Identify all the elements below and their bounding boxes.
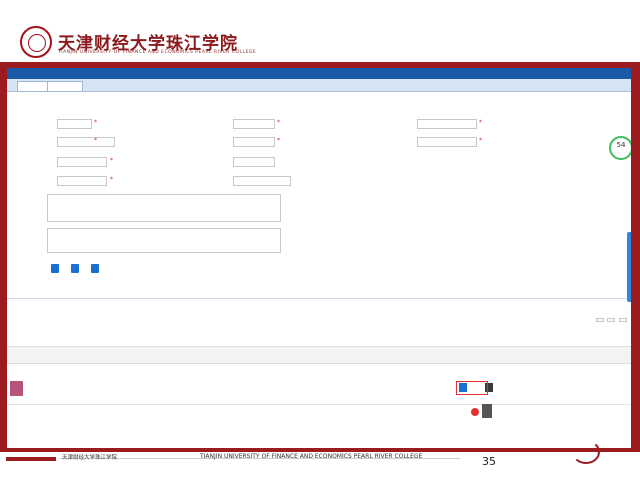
- required-marker: *: [277, 119, 280, 126]
- table-row: [7, 374, 631, 405]
- step-marker-icon: [471, 408, 479, 416]
- footer-decoration: [572, 440, 600, 464]
- toolbar-button[interactable]: [619, 318, 627, 322]
- required-marker: *: [110, 157, 113, 164]
- footer-accent-bar: [6, 457, 56, 461]
- file-icon: [10, 381, 23, 396]
- textarea-1[interactable]: [47, 194, 281, 222]
- tab-active[interactable]: [47, 81, 83, 92]
- footer-college-name: 天津财经大学珠江学院: [62, 455, 118, 461]
- required-marker: *: [479, 137, 482, 144]
- highlight-box: [456, 381, 488, 395]
- field-input[interactable]: [57, 119, 92, 129]
- field-input[interactable]: [57, 176, 107, 186]
- toolbar-button[interactable]: [595, 318, 604, 322]
- action-button-1[interactable]: [51, 264, 59, 273]
- college-seal-logo: [20, 26, 52, 58]
- grid-toolbar: [594, 318, 627, 324]
- field-input[interactable]: [57, 157, 107, 167]
- tab-first[interactable]: [17, 81, 49, 92]
- menu-bar: [7, 68, 631, 79]
- action-button-2[interactable]: [71, 264, 79, 273]
- required-marker: *: [110, 176, 113, 183]
- footer-college-name-en: TIANJIN UNIVERSITY OF FINANCE AND ECONOM…: [200, 453, 423, 460]
- field-input[interactable]: [417, 119, 477, 129]
- grid-header: [7, 346, 631, 364]
- field-input[interactable]: [233, 137, 275, 147]
- field-input[interactable]: [57, 137, 115, 147]
- field-input[interactable]: [233, 157, 275, 167]
- textarea-2[interactable]: [47, 228, 281, 253]
- tab-bar: [7, 79, 631, 92]
- required-marker: *: [479, 119, 482, 126]
- required-marker: *: [277, 137, 280, 144]
- action-button-3[interactable]: [91, 264, 99, 273]
- annotation-tooltip: [482, 404, 492, 418]
- side-drawer-handle[interactable]: [627, 232, 631, 302]
- required-marker: *: [94, 119, 97, 126]
- field-select[interactable]: [417, 137, 477, 147]
- college-name-en: TIANJIN UNIVERSITY OF FINANCE AND ECONOM…: [58, 50, 257, 55]
- field-input[interactable]: [233, 119, 275, 129]
- page-number: 35: [482, 455, 496, 468]
- toolbar-button[interactable]: [607, 318, 616, 322]
- app-screenshot: * * * * * * * * 54: [7, 68, 631, 448]
- required-marker: *: [94, 137, 97, 144]
- sub-tab-bar: [7, 286, 631, 299]
- field-input[interactable]: [233, 176, 291, 186]
- progress-ring: 54: [609, 136, 631, 160]
